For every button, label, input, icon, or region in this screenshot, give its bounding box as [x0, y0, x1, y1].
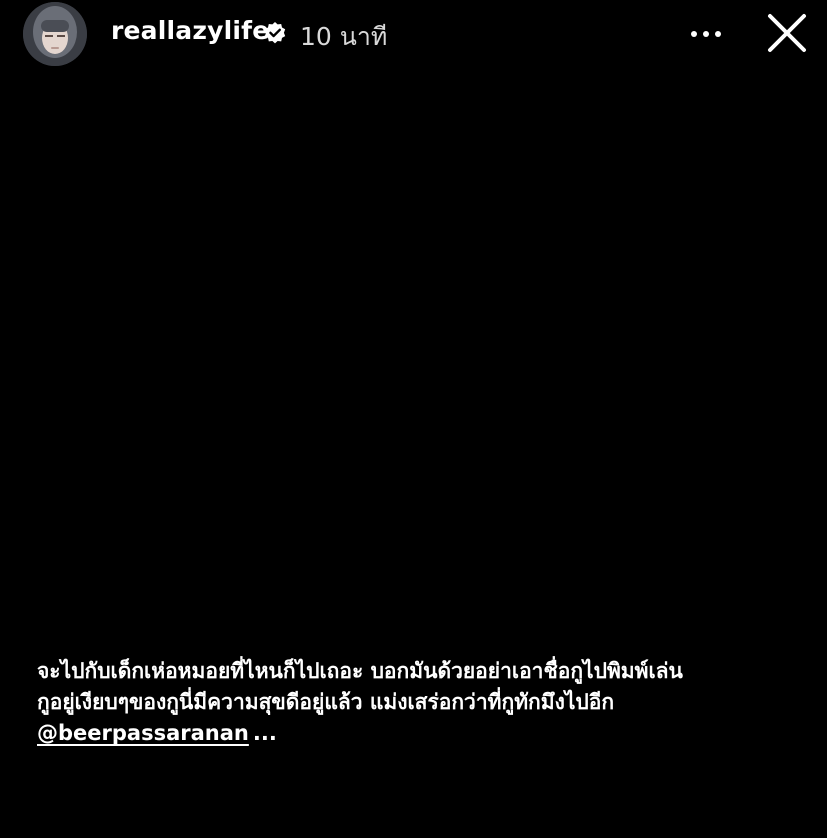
caption-more-button[interactable]: ...	[253, 721, 277, 745]
username[interactable]: reallazylife	[111, 16, 269, 45]
mention-link[interactable]: @beerpassaranan	[37, 721, 249, 745]
close-icon	[768, 14, 806, 52]
story-header: reallazylife 10 นาที	[0, 0, 827, 70]
avatar[interactable]	[23, 2, 87, 66]
timestamp: 10 นาที	[300, 22, 388, 51]
more-options-button[interactable]	[684, 14, 728, 54]
caption-line-1: จะไปกับเด็กเห่อหมอยที่ไหนก็ไปเถอะ บอกมัน…	[37, 659, 683, 683]
story-caption: จะไปกับเด็กเห่อหมอยที่ไหนก็ไปเถอะ บอกมัน…	[37, 656, 807, 749]
close-button[interactable]	[762, 8, 812, 58]
more-dots-icon	[691, 31, 721, 37]
caption-line-2: กูอยู่เงียบๆของกูนี่มีความสุขดีอยู่แล้ว …	[37, 690, 615, 714]
caption-line-3: @beerpassaranan...	[37, 718, 807, 749]
verified-badge-icon	[264, 22, 286, 44]
